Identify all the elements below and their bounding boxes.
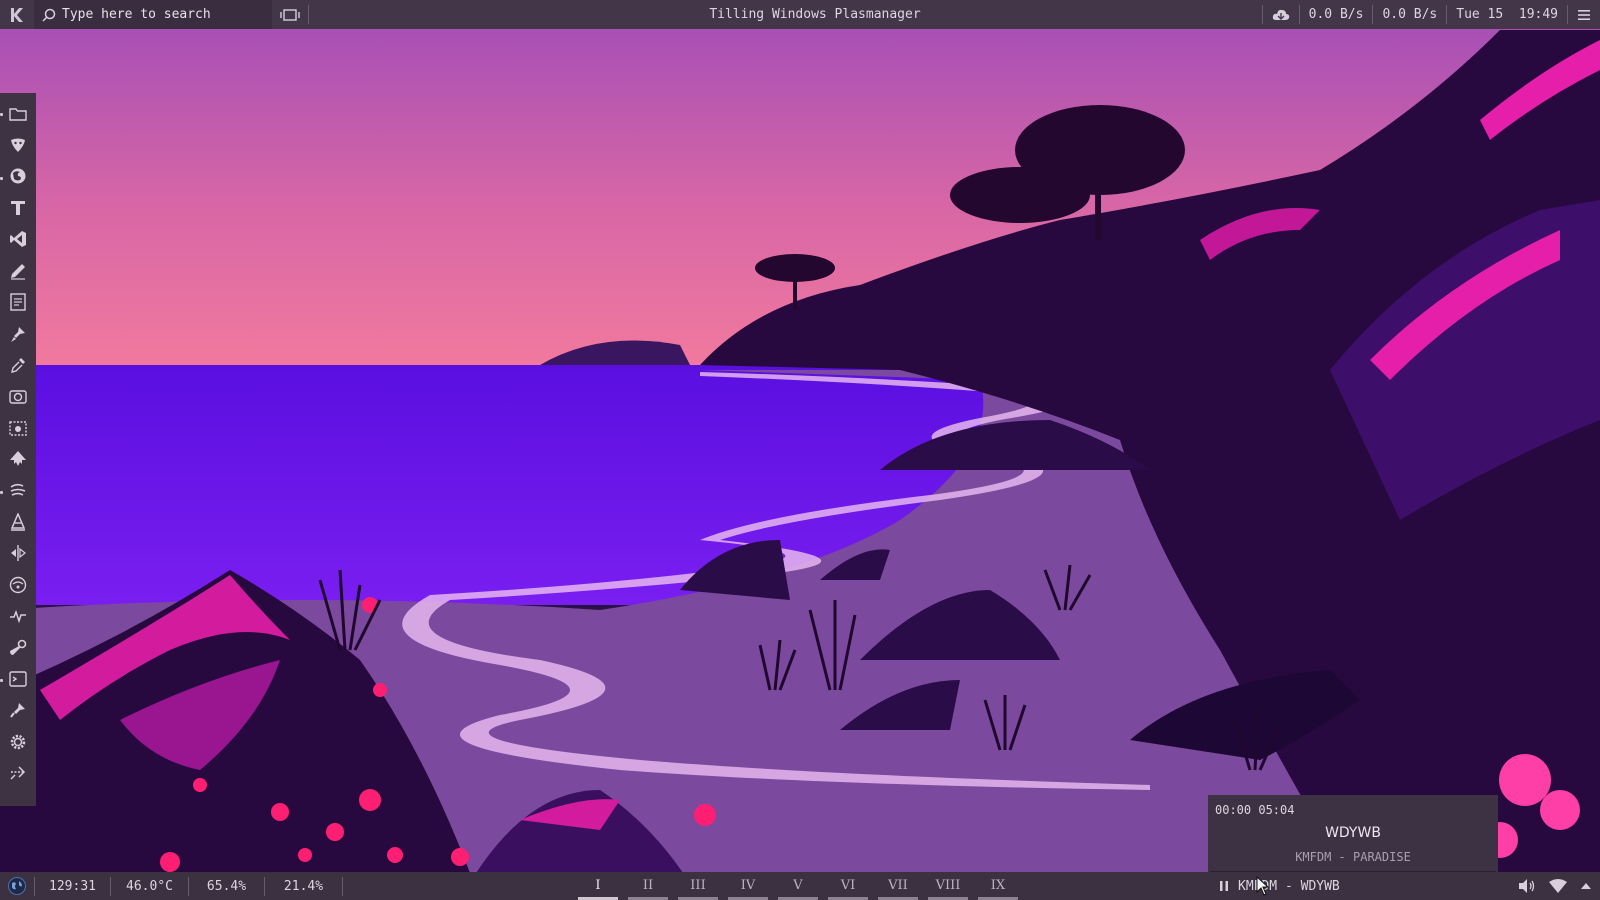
net-download-rate: 0.0 B/s (1308, 7, 1364, 22)
workspace-label: II (642, 878, 654, 893)
track-artist-album: KMFDM - PARADISE (1295, 850, 1411, 864)
workspace-1[interactable]: I (578, 872, 618, 900)
disk-icon[interactable] (0, 570, 36, 600)
workspace-label: IV (740, 878, 756, 893)
workspace-label: V (793, 878, 803, 893)
globe-button[interactable] (0, 872, 34, 900)
top-panel: Type here to search Tilling Windows Plas… (0, 0, 1600, 29)
workspace-5[interactable]: V (778, 872, 818, 900)
steam-icon[interactable] (0, 633, 36, 663)
uptime-readout: 129:31 (49, 878, 96, 894)
system-stats: 129:31 46.0°C 65.4% 21.4% (0, 872, 343, 900)
cpu-usage: 21.4% (283, 878, 324, 894)
globe-icon (8, 877, 26, 895)
screenshot-icon[interactable] (0, 413, 36, 443)
pause-icon[interactable] (1218, 880, 1230, 892)
workspace-label: I (595, 878, 601, 893)
brush-icon[interactable] (0, 319, 36, 349)
tool-icon[interactable] (0, 695, 36, 725)
volume-icon (1519, 879, 1535, 893)
cloud-icon (1272, 9, 1289, 20)
dragon-icon[interactable] (0, 130, 36, 160)
workspace-8[interactable]: VIII (928, 872, 968, 900)
search-field[interactable]: Type here to search (34, 0, 272, 29)
clock[interactable]: Tue 15 19:49 (1447, 0, 1567, 29)
workspace-label: VII (888, 878, 908, 893)
active-window-title: Tilling Windows Plasmanager (709, 7, 921, 22)
hamburger-menu-icon (1578, 9, 1590, 20)
application-launcher-button[interactable] (0, 0, 34, 29)
arrows-icon[interactable] (0, 758, 36, 788)
kde-icon (11, 7, 23, 22)
workspace-label: VIII (935, 878, 961, 893)
desktop-wallpaper (0, 0, 1600, 900)
application-dock (0, 93, 36, 806)
wind-icon[interactable] (0, 475, 36, 505)
tray-expand-button[interactable] (1580, 881, 1592, 891)
cpu-temperature: 46.0°C (126, 878, 173, 894)
text-editor-icon[interactable] (0, 193, 36, 223)
media-time: 00:00 05:04 (1215, 803, 1294, 817)
workspace-9[interactable]: IX (978, 872, 1018, 900)
pen-icon[interactable] (0, 256, 36, 286)
firefox-icon[interactable] (0, 161, 36, 191)
folder-icon[interactable] (0, 99, 36, 129)
separator (342, 876, 343, 896)
bottom-panel: 129:31 46.0°C 65.4% 21.4% I II III IV V VI VII… (0, 872, 1600, 900)
vlc-icon[interactable] (0, 507, 36, 537)
track-duration: 05:04 (1258, 803, 1295, 817)
camera-icon[interactable] (0, 381, 36, 411)
volume-button[interactable] (1518, 878, 1536, 894)
search-placeholder: Type here to search (62, 7, 211, 22)
track-title: WDYWB (1325, 825, 1381, 841)
mirror-icon[interactable] (0, 538, 36, 568)
workspace-6[interactable]: VI (828, 872, 868, 900)
inkscape-icon[interactable] (0, 444, 36, 474)
workspace-7[interactable]: VII (878, 872, 918, 900)
workspace-label: VI (840, 878, 856, 893)
wifi-icon (1549, 879, 1567, 893)
workspace-label: III (690, 878, 706, 893)
media-controls: KMFDM - WDYWB (1218, 872, 1340, 900)
workspace-label: IX (990, 878, 1006, 893)
search-icon (42, 8, 56, 22)
window-overview-button[interactable] (272, 0, 308, 29)
workspace-switcher: I II III IV V VI VII VIII IX (578, 872, 1028, 900)
media-player-popup: 00:00 05:04 WDYWB KMFDM - PARADISE (1208, 795, 1498, 874)
memory-usage: 65.4% (206, 878, 247, 894)
chevron-up-icon (1581, 883, 1591, 889)
workspace-2[interactable]: II (628, 872, 668, 900)
menu-button[interactable] (1568, 0, 1600, 29)
workspace-3[interactable]: III (678, 872, 718, 900)
now-playing-label[interactable]: KMFDM - WDYWB (1238, 879, 1340, 894)
terminal-icon[interactable] (0, 664, 36, 694)
separator (308, 5, 309, 24)
vscode-icon[interactable] (0, 224, 36, 254)
wifi-button[interactable] (1548, 878, 1568, 894)
notes-icon[interactable] (0, 287, 36, 317)
elapsed-time: 00:00 (1215, 803, 1252, 817)
net-upload-rate: 0.0 B/s (1382, 7, 1438, 22)
top-status-area: 0.0 B/s 0.0 B/s Tue 15 19:49 (1261, 0, 1600, 29)
mouse-cursor-icon (1256, 876, 1270, 896)
activity-icon[interactable] (0, 601, 36, 631)
color-picker-icon[interactable] (0, 350, 36, 380)
system-tray (1518, 872, 1600, 900)
window-overview-icon (280, 8, 300, 21)
workspace-4[interactable]: IV (728, 872, 768, 900)
settings-icon[interactable] (0, 727, 36, 757)
cloud-status-button[interactable] (1263, 0, 1299, 29)
